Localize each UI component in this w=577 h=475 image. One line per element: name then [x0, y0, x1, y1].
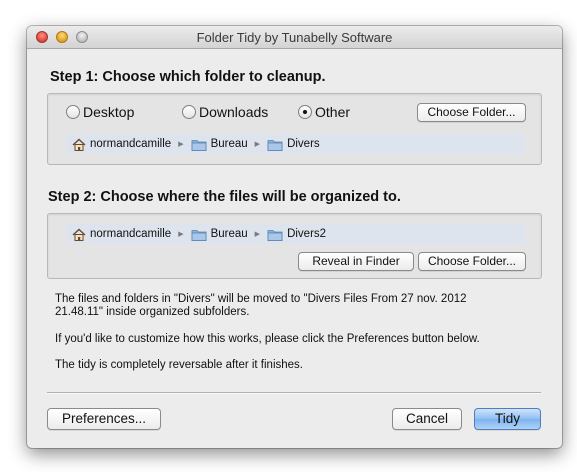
- step1-heading: Step 1: Choose which folder to cleanup.: [50, 69, 326, 85]
- reveal-in-finder-button[interactable]: Reveal in Finder: [298, 252, 414, 271]
- radio-circle: [182, 105, 196, 119]
- radio-desktop-label: Desktop: [83, 104, 135, 120]
- home-icon: [72, 138, 86, 151]
- radio-downloads[interactable]: Downloads: [182, 104, 268, 120]
- customize-hint: If you'd like to customize how this work…: [55, 333, 480, 345]
- path-item-folder[interactable]: Bureau: [191, 138, 248, 151]
- path-item-folder[interactable]: Divers: [267, 138, 320, 151]
- reversible-note: The tidy is completely reversable after …: [55, 359, 303, 371]
- path-item-label: normandcamille: [90, 228, 172, 240]
- folder-icon: [267, 228, 283, 241]
- step2-heading: Step 2: Choose where the files will be o…: [48, 189, 401, 205]
- radio-downloads-label: Downloads: [199, 104, 269, 120]
- radio-circle-selected: [298, 105, 312, 119]
- path-item-label: Bureau: [210, 138, 248, 150]
- chevron-right-icon: ▶: [178, 231, 184, 238]
- source-path-bar: normandcamille ▶ Bureau ▶ Divers: [66, 134, 525, 154]
- path-item-folder[interactable]: Divers2: [267, 228, 326, 241]
- path-item-label: Divers: [287, 138, 320, 150]
- step2-panel: normandcamille ▶ Bureau ▶ Divers2 Reveal…: [47, 213, 542, 279]
- step1-panel: Desktop Downloads Other Choose Folder...…: [47, 93, 542, 165]
- path-item-home[interactable]: normandcamille: [72, 138, 171, 151]
- app-window: Folder Tidy by Tunabelly Software Step 1…: [27, 26, 562, 448]
- destination-path-bar: normandcamille ▶ Bureau ▶ Divers2: [66, 224, 525, 244]
- radio-circle: [66, 105, 80, 119]
- radio-desktop[interactable]: Desktop: [66, 104, 134, 120]
- tidy-button[interactable]: Tidy: [474, 408, 541, 430]
- footer-divider: [47, 392, 541, 394]
- preferences-button[interactable]: Preferences...: [47, 408, 161, 430]
- path-item-label: Bureau: [210, 228, 248, 240]
- choose-destination-folder-button[interactable]: Choose Folder...: [418, 252, 526, 271]
- chevron-right-icon: ▶: [254, 141, 261, 148]
- path-item-home[interactable]: normandcamille: [72, 228, 171, 241]
- folder-icon: [267, 138, 283, 151]
- home-icon: [72, 228, 86, 241]
- chevron-right-icon: ▶: [254, 231, 261, 238]
- folder-icon: [191, 138, 207, 151]
- radio-other-label: Other: [315, 104, 351, 120]
- move-description-line: 21.48.11" inside organized subfolders.: [55, 306, 250, 318]
- title-bar: Folder Tidy by Tunabelly Software: [27, 26, 562, 49]
- cancel-button[interactable]: Cancel: [392, 408, 462, 430]
- move-description: The files and folders in "Divers" will b…: [55, 293, 525, 319]
- radio-other[interactable]: Other: [298, 104, 350, 120]
- path-item-label: Divers2: [287, 228, 327, 240]
- folder-icon: [191, 228, 207, 241]
- path-item-label: normandcamille: [90, 138, 172, 150]
- window-title: Folder Tidy by Tunabelly Software: [196, 30, 393, 45]
- choose-source-folder-button[interactable]: Choose Folder...: [417, 103, 526, 122]
- chevron-right-icon: ▶: [178, 141, 184, 148]
- move-description-line: The files and folders in "Divers" will b…: [55, 293, 467, 305]
- path-item-folder[interactable]: Bureau: [191, 228, 248, 241]
